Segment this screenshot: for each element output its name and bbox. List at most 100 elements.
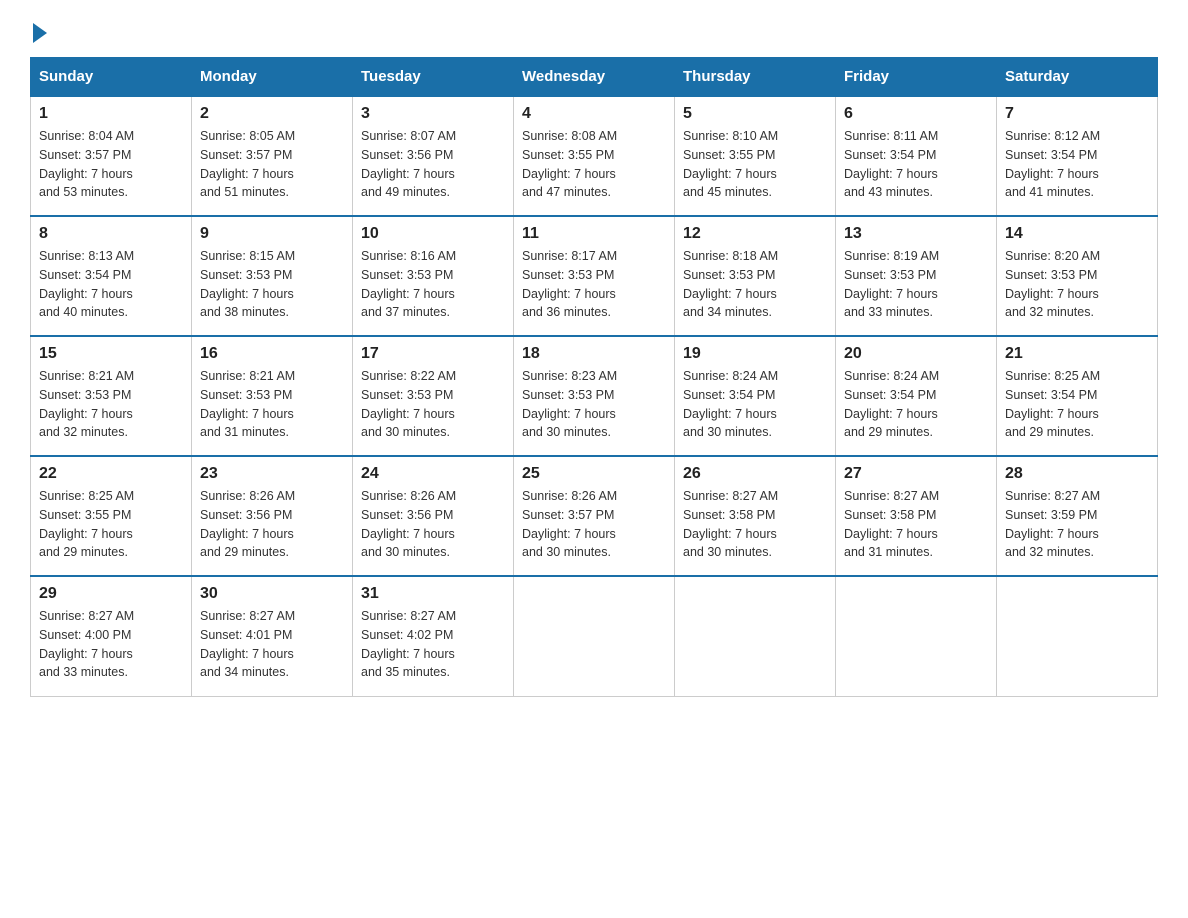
- column-header-sunday: Sunday: [31, 58, 192, 97]
- day-number: 9: [200, 225, 344, 243]
- day-number: 4: [522, 105, 666, 123]
- day-number: 2: [200, 105, 344, 123]
- calendar-cell: 13 Sunrise: 8:19 AMSunset: 3:53 PMDaylig…: [836, 216, 997, 336]
- day-info: Sunrise: 8:27 AMSunset: 4:00 PMDaylight:…: [39, 609, 134, 679]
- calendar-cell: 26 Sunrise: 8:27 AMSunset: 3:58 PMDaylig…: [675, 456, 836, 576]
- calendar-cell: [997, 576, 1158, 696]
- column-header-thursday: Thursday: [675, 58, 836, 97]
- day-info: Sunrise: 8:08 AMSunset: 3:55 PMDaylight:…: [522, 129, 617, 199]
- calendar-cell: 1 Sunrise: 8:04 AMSunset: 3:57 PMDayligh…: [31, 96, 192, 216]
- calendar-cell: 12 Sunrise: 8:18 AMSunset: 3:53 PMDaylig…: [675, 216, 836, 336]
- day-info: Sunrise: 8:07 AMSunset: 3:56 PMDaylight:…: [361, 129, 456, 199]
- calendar-cell: 15 Sunrise: 8:21 AMSunset: 3:53 PMDaylig…: [31, 336, 192, 456]
- day-number: 7: [1005, 105, 1149, 123]
- calendar-cell: 17 Sunrise: 8:22 AMSunset: 3:53 PMDaylig…: [353, 336, 514, 456]
- calendar-cell: 3 Sunrise: 8:07 AMSunset: 3:56 PMDayligh…: [353, 96, 514, 216]
- day-number: 16: [200, 345, 344, 363]
- day-info: Sunrise: 8:05 AMSunset: 3:57 PMDaylight:…: [200, 129, 295, 199]
- calendar-cell: [675, 576, 836, 696]
- calendar-cell: [514, 576, 675, 696]
- calendar-cell: 7 Sunrise: 8:12 AMSunset: 3:54 PMDayligh…: [997, 96, 1158, 216]
- calendar-week-row: 29 Sunrise: 8:27 AMSunset: 4:00 PMDaylig…: [31, 576, 1158, 696]
- calendar-week-row: 1 Sunrise: 8:04 AMSunset: 3:57 PMDayligh…: [31, 96, 1158, 216]
- day-info: Sunrise: 8:13 AMSunset: 3:54 PMDaylight:…: [39, 249, 134, 319]
- calendar-cell: 6 Sunrise: 8:11 AMSunset: 3:54 PMDayligh…: [836, 96, 997, 216]
- day-number: 31: [361, 585, 505, 603]
- day-number: 27: [844, 465, 988, 483]
- day-info: Sunrise: 8:19 AMSunset: 3:53 PMDaylight:…: [844, 249, 939, 319]
- day-number: 18: [522, 345, 666, 363]
- calendar-header-row: SundayMondayTuesdayWednesdayThursdayFrid…: [31, 58, 1158, 97]
- calendar-cell: 24 Sunrise: 8:26 AMSunset: 3:56 PMDaylig…: [353, 456, 514, 576]
- calendar-cell: 8 Sunrise: 8:13 AMSunset: 3:54 PMDayligh…: [31, 216, 192, 336]
- day-info: Sunrise: 8:15 AMSunset: 3:53 PMDaylight:…: [200, 249, 295, 319]
- day-info: Sunrise: 8:26 AMSunset: 3:57 PMDaylight:…: [522, 489, 617, 559]
- day-info: Sunrise: 8:21 AMSunset: 3:53 PMDaylight:…: [200, 369, 295, 439]
- day-number: 8: [39, 225, 183, 243]
- calendar-cell: 10 Sunrise: 8:16 AMSunset: 3:53 PMDaylig…: [353, 216, 514, 336]
- day-info: Sunrise: 8:27 AMSunset: 4:01 PMDaylight:…: [200, 609, 295, 679]
- day-number: 20: [844, 345, 988, 363]
- calendar-cell: 27 Sunrise: 8:27 AMSunset: 3:58 PMDaylig…: [836, 456, 997, 576]
- day-number: 17: [361, 345, 505, 363]
- day-info: Sunrise: 8:27 AMSunset: 3:59 PMDaylight:…: [1005, 489, 1100, 559]
- day-number: 23: [200, 465, 344, 483]
- day-info: Sunrise: 8:24 AMSunset: 3:54 PMDaylight:…: [683, 369, 778, 439]
- day-info: Sunrise: 8:27 AMSunset: 4:02 PMDaylight:…: [361, 609, 456, 679]
- day-info: Sunrise: 8:23 AMSunset: 3:53 PMDaylight:…: [522, 369, 617, 439]
- day-number: 21: [1005, 345, 1149, 363]
- calendar-cell: 20 Sunrise: 8:24 AMSunset: 3:54 PMDaylig…: [836, 336, 997, 456]
- day-number: 6: [844, 105, 988, 123]
- calendar-cell: 5 Sunrise: 8:10 AMSunset: 3:55 PMDayligh…: [675, 96, 836, 216]
- logo-arrow-icon: [33, 23, 47, 43]
- day-info: Sunrise: 8:04 AMSunset: 3:57 PMDaylight:…: [39, 129, 134, 199]
- day-info: Sunrise: 8:12 AMSunset: 3:54 PMDaylight:…: [1005, 129, 1100, 199]
- day-info: Sunrise: 8:26 AMSunset: 3:56 PMDaylight:…: [361, 489, 456, 559]
- day-info: Sunrise: 8:21 AMSunset: 3:53 PMDaylight:…: [39, 369, 134, 439]
- day-info: Sunrise: 8:17 AMSunset: 3:53 PMDaylight:…: [522, 249, 617, 319]
- column-header-tuesday: Tuesday: [353, 58, 514, 97]
- calendar-cell: 18 Sunrise: 8:23 AMSunset: 3:53 PMDaylig…: [514, 336, 675, 456]
- calendar-cell: 22 Sunrise: 8:25 AMSunset: 3:55 PMDaylig…: [31, 456, 192, 576]
- day-info: Sunrise: 8:18 AMSunset: 3:53 PMDaylight:…: [683, 249, 778, 319]
- day-number: 10: [361, 225, 505, 243]
- day-number: 29: [39, 585, 183, 603]
- calendar-cell: 9 Sunrise: 8:15 AMSunset: 3:53 PMDayligh…: [192, 216, 353, 336]
- column-header-friday: Friday: [836, 58, 997, 97]
- column-header-monday: Monday: [192, 58, 353, 97]
- calendar-week-row: 22 Sunrise: 8:25 AMSunset: 3:55 PMDaylig…: [31, 456, 1158, 576]
- day-number: 3: [361, 105, 505, 123]
- day-number: 5: [683, 105, 827, 123]
- day-number: 11: [522, 225, 666, 243]
- calendar-cell: 28 Sunrise: 8:27 AMSunset: 3:59 PMDaylig…: [997, 456, 1158, 576]
- calendar-cell: 16 Sunrise: 8:21 AMSunset: 3:53 PMDaylig…: [192, 336, 353, 456]
- day-number: 26: [683, 465, 827, 483]
- day-info: Sunrise: 8:20 AMSunset: 3:53 PMDaylight:…: [1005, 249, 1100, 319]
- column-header-saturday: Saturday: [997, 58, 1158, 97]
- calendar-cell: 25 Sunrise: 8:26 AMSunset: 3:57 PMDaylig…: [514, 456, 675, 576]
- day-info: Sunrise: 8:16 AMSunset: 3:53 PMDaylight:…: [361, 249, 456, 319]
- calendar-cell: 29 Sunrise: 8:27 AMSunset: 4:00 PMDaylig…: [31, 576, 192, 696]
- day-number: 13: [844, 225, 988, 243]
- day-number: 30: [200, 585, 344, 603]
- calendar-cell: 14 Sunrise: 8:20 AMSunset: 3:53 PMDaylig…: [997, 216, 1158, 336]
- calendar-cell: [836, 576, 997, 696]
- day-info: Sunrise: 8:26 AMSunset: 3:56 PMDaylight:…: [200, 489, 295, 559]
- day-number: 22: [39, 465, 183, 483]
- day-info: Sunrise: 8:24 AMSunset: 3:54 PMDaylight:…: [844, 369, 939, 439]
- calendar-week-row: 15 Sunrise: 8:21 AMSunset: 3:53 PMDaylig…: [31, 336, 1158, 456]
- day-number: 25: [522, 465, 666, 483]
- day-number: 24: [361, 465, 505, 483]
- day-number: 28: [1005, 465, 1149, 483]
- calendar-cell: 19 Sunrise: 8:24 AMSunset: 3:54 PMDaylig…: [675, 336, 836, 456]
- day-number: 12: [683, 225, 827, 243]
- day-number: 15: [39, 345, 183, 363]
- day-number: 14: [1005, 225, 1149, 243]
- calendar-cell: 23 Sunrise: 8:26 AMSunset: 3:56 PMDaylig…: [192, 456, 353, 576]
- calendar-cell: 4 Sunrise: 8:08 AMSunset: 3:55 PMDayligh…: [514, 96, 675, 216]
- logo: [30, 20, 47, 39]
- calendar-cell: 21 Sunrise: 8:25 AMSunset: 3:54 PMDaylig…: [997, 336, 1158, 456]
- page-header: [30, 20, 1158, 39]
- day-info: Sunrise: 8:22 AMSunset: 3:53 PMDaylight:…: [361, 369, 456, 439]
- day-info: Sunrise: 8:25 AMSunset: 3:54 PMDaylight:…: [1005, 369, 1100, 439]
